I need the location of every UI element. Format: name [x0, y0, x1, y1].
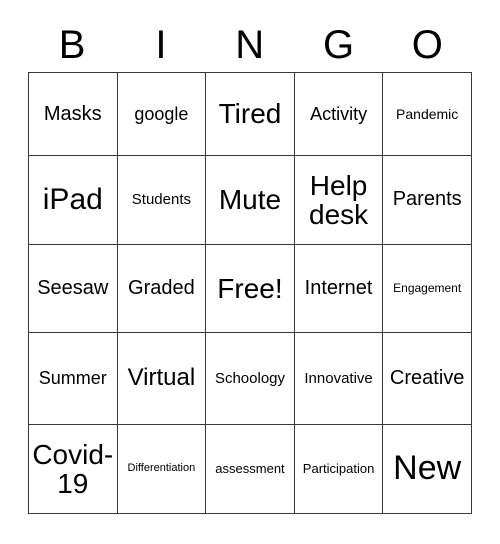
bingo-cell-r1-c3[interactable]: Help desk — [294, 155, 384, 245]
bingo-cell-r2-c1[interactable]: Graded — [117, 244, 207, 334]
bingo-cell-r1-c0[interactable]: iPad — [29, 155, 118, 245]
bingo-cell-r4-c1[interactable]: Differentiation — [117, 425, 207, 514]
bingo-cell-r3-c3[interactable]: Innovative — [294, 333, 384, 426]
bingo-row: Seesaw Graded Free! Internet Engagement — [29, 244, 472, 334]
bingo-header-letter-g: G — [322, 23, 355, 67]
bingo-cell-r2-c3[interactable]: Internet — [294, 244, 384, 334]
bingo-cell-r0-c4[interactable]: Pandemic — [383, 73, 472, 156]
bingo-cell-r0-c1[interactable]: google — [117, 73, 207, 156]
bingo-cell-r0-c3[interactable]: Activity — [294, 73, 384, 156]
bingo-cell-r2-c2[interactable]: Free! — [206, 244, 295, 334]
bingo-cell-r4-c4[interactable]: New — [383, 425, 472, 514]
bingo-header: BINGO — [28, 18, 472, 72]
bingo-row: Summer Virtual Schoology Innovative Creative — [29, 333, 472, 426]
bingo-header-letter-b: B — [58, 23, 86, 67]
bingo-cell-r3-c2[interactable]: Schoology — [206, 333, 295, 426]
bingo-cell-r0-c0[interactable]: Masks — [29, 73, 118, 156]
bingo-cell-r4-c3[interactable]: Participation — [294, 425, 384, 514]
bingo-row: Masks google Tired Activity Pandemic — [29, 73, 472, 156]
bingo-cell-r1-c1[interactable]: Students — [117, 155, 207, 245]
bingo-row: Covid-19 Differentiation assessment Partici… — [29, 425, 472, 514]
bingo-cell-r3-c0[interactable]: Summer — [29, 333, 118, 426]
bingo-header-letter-n: N — [235, 23, 265, 67]
bingo-cell-r1-c2[interactable]: Mute — [206, 155, 295, 245]
bingo-cell-r4-c2[interactable]: assessment — [206, 425, 295, 514]
bingo-cell-r3-c4[interactable]: Creative — [383, 333, 472, 426]
bingo-cell-r1-c4[interactable]: Parents — [383, 155, 472, 245]
bingo-card: BINGO Masks google Tired Activity Pandemic iP… — [0, 0, 500, 544]
bingo-header-letter-o: O — [411, 23, 444, 67]
bingo-cell-r2-c4[interactable]: Engagement — [383, 244, 472, 334]
bingo-cell-r3-c1[interactable]: Virtual — [117, 333, 207, 426]
bingo-grid: Masks google Tired Activity Pandemic iPad Stud… — [28, 72, 472, 514]
bingo-header-letter-i: I — [155, 23, 167, 67]
bingo-cell-r2-c0[interactable]: Seesaw — [29, 244, 118, 334]
bingo-cell-r4-c0[interactable]: Covid-19 — [29, 425, 118, 514]
bingo-cell-r0-c2[interactable]: Tired — [206, 73, 295, 156]
bingo-row: iPad Students Mute Help desk Parents — [29, 155, 472, 245]
